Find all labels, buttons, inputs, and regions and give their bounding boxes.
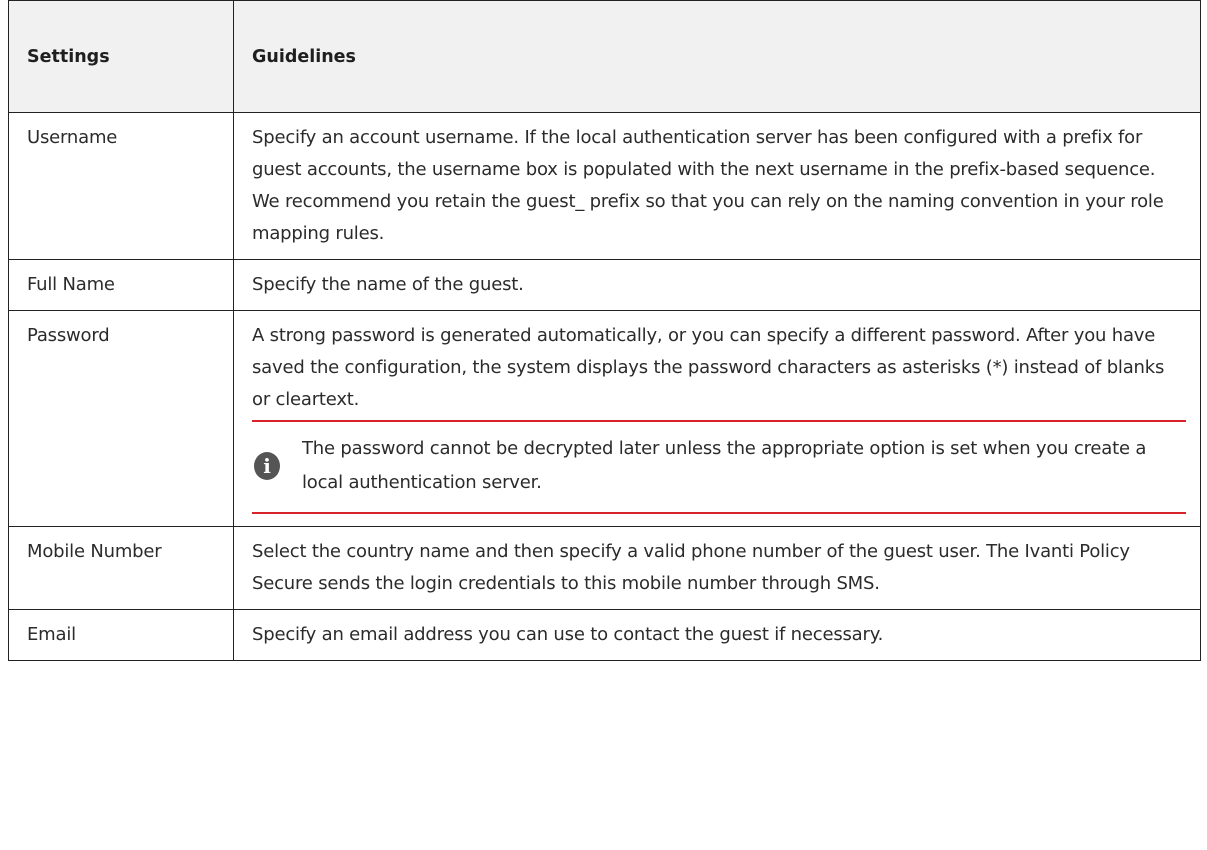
guideline-full-name: Specify the name of the guest.	[233, 259, 1201, 311]
note-divider-bottom	[252, 512, 1186, 514]
setting-email: Email	[8, 609, 234, 661]
guideline-password-text: A strong password is generated automatic…	[252, 325, 1165, 410]
guideline-password: A strong password is generated automatic…	[233, 310, 1201, 527]
table-header: Settings Guidelines	[8, 0, 1201, 113]
info-icon: i	[254, 452, 280, 480]
password-note: i The password cannot be decrypted later…	[252, 422, 1186, 506]
guideline-email: Specify an email address you can use to …	[233, 609, 1201, 661]
header-settings: Settings	[8, 0, 234, 113]
setting-mobile-number: Mobile Number	[8, 526, 234, 610]
table-row: Password A strong password is generated …	[8, 310, 1201, 527]
table-row: Username Specify an account username. If…	[8, 112, 1201, 260]
table-row: Email Specify an email address you can u…	[8, 609, 1201, 661]
setting-username: Username	[8, 112, 234, 260]
table-row: Full Name Specify the name of the guest.	[8, 259, 1201, 311]
note-text: The password cannot be decrypted later u…	[302, 438, 1147, 493]
table-row: Mobile Number Select the country name an…	[8, 526, 1201, 610]
setting-password: Password	[8, 310, 234, 527]
settings-guidelines-table: Settings Guidelines Username Specify an …	[8, 0, 1201, 661]
setting-full-name: Full Name	[8, 259, 234, 311]
guideline-mobile-number: Select the country name and then specify…	[233, 526, 1201, 610]
header-row: Settings Guidelines	[8, 0, 1201, 113]
table-body: Username Specify an account username. If…	[8, 112, 1201, 661]
guideline-username: Specify an account username. If the loca…	[233, 112, 1201, 260]
header-guidelines: Guidelines	[233, 0, 1201, 113]
